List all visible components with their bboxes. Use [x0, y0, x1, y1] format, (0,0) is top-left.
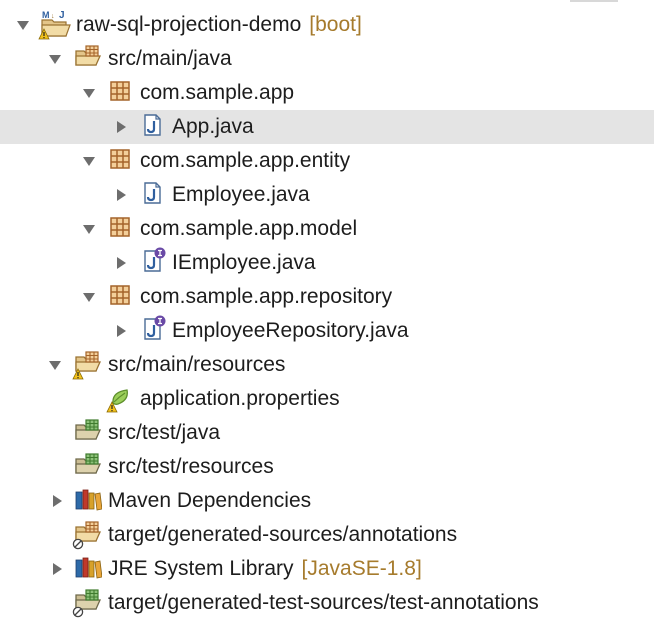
collapsed-chevron-icon[interactable]	[114, 110, 134, 144]
package-icon	[108, 212, 136, 246]
tree-row-label: target/generated-sources/annotations	[108, 523, 458, 546]
tree-row-package-repository[interactable]: com.sample.app.repository	[0, 280, 654, 314]
java-file-icon	[140, 178, 168, 212]
package-icon	[108, 144, 136, 178]
project-decoration: [boot]	[309, 13, 362, 36]
expanded-chevron-icon[interactable]	[82, 212, 102, 246]
tree-row-label: src/test/resources	[108, 455, 274, 478]
tree-row-label: com.sample.app.entity	[140, 149, 351, 172]
tree-row-src-test-resources[interactable]: src/test/resources	[0, 450, 654, 484]
tree-row-employee-java[interactable]: Employee.java	[0, 178, 654, 212]
project-name: raw-sql-projection-demo	[76, 13, 302, 36]
tree-row-label: JRE System Library [JavaSE-1.8]	[108, 552, 422, 586]
jre-decoration: [JavaSE-1.8]	[301, 557, 422, 580]
collapsed-chevron-icon[interactable]	[50, 552, 70, 586]
source-folder-icon	[74, 42, 102, 76]
tree-row-maven-dependencies[interactable]: Maven Dependencies	[0, 484, 654, 518]
tree-row-iemployee-java[interactable]: IEmployee.java	[0, 246, 654, 280]
jre-label: JRE System Library	[108, 557, 294, 580]
maven-java-project-icon	[40, 8, 68, 42]
expanded-chevron-icon[interactable]	[48, 42, 68, 76]
tree-row-label: raw-sql-projection-demo [boot]	[76, 8, 362, 42]
java-interface-file-icon	[140, 246, 168, 280]
tree-row-label: application.properties	[140, 387, 340, 410]
tree-row-application-properties[interactable]: application.properties	[0, 382, 654, 416]
tree-row-package-entity[interactable]: com.sample.app.entity	[0, 144, 654, 178]
spring-properties-file-icon	[108, 382, 136, 416]
tree-row-label: IEmployee.java	[172, 251, 316, 274]
test-source-folder-icon	[74, 450, 102, 484]
tree-row-label: Maven Dependencies	[108, 489, 312, 512]
tree-row-label: Employee.java	[172, 183, 310, 206]
tree-row-src-test-java[interactable]: src/test/java	[0, 416, 654, 450]
tree-row-label: App.java	[172, 115, 254, 138]
expanded-chevron-icon[interactable]	[48, 348, 68, 382]
package-icon	[108, 76, 136, 110]
source-folder-icon	[74, 348, 102, 382]
tree-row-employeerepository-java[interactable]: EmployeeRepository.java	[0, 314, 654, 348]
tree-row-generated-test-sources[interactable]: target/generated-test-sources/test-annot…	[0, 586, 654, 620]
tree-row-app-java[interactable]: App.java	[0, 110, 654, 144]
package-icon	[108, 280, 136, 314]
expanded-chevron-icon[interactable]	[16, 8, 36, 42]
library-container-icon	[74, 484, 102, 518]
collapsed-chevron-icon[interactable]	[114, 246, 134, 280]
tree-row-generated-sources[interactable]: target/generated-sources/annotations	[0, 518, 654, 552]
collapsed-chevron-icon[interactable]	[114, 314, 134, 348]
test-source-folder-icon	[74, 416, 102, 450]
source-folder-icon	[74, 518, 102, 552]
tree-row-package-app[interactable]: com.sample.app	[0, 76, 654, 110]
tree-row-label: src/main/resources	[108, 353, 286, 376]
tree-row-src-main-java[interactable]: src/main/java	[0, 42, 654, 76]
collapsed-chevron-icon[interactable]	[114, 178, 134, 212]
tree-row-label: com.sample.app.model	[140, 217, 358, 240]
tree-row-label: src/main/java	[108, 47, 232, 70]
collapsed-chevron-icon[interactable]	[50, 484, 70, 518]
tree-row-label: target/generated-test-sources/test-annot…	[108, 591, 539, 614]
tree-row-package-model[interactable]: com.sample.app.model	[0, 212, 654, 246]
library-container-icon	[74, 552, 102, 586]
tree-row-label: src/test/java	[108, 421, 221, 444]
test-source-folder-icon	[74, 586, 102, 620]
java-interface-file-icon	[140, 314, 168, 348]
tree-row-src-main-resources[interactable]: src/main/resources	[0, 348, 654, 382]
tree-row-label: com.sample.app	[140, 81, 295, 104]
expanded-chevron-icon[interactable]	[82, 144, 102, 178]
package-explorer-tree: raw-sql-projection-demo [boot] src/main/j…	[0, 0, 654, 630]
expanded-chevron-icon[interactable]	[82, 76, 102, 110]
expanded-chevron-icon[interactable]	[82, 280, 102, 314]
tree-row-jre-system-library[interactable]: JRE System Library [JavaSE-1.8]	[0, 552, 654, 586]
tree-row-project[interactable]: raw-sql-projection-demo [boot]	[0, 8, 654, 42]
java-file-icon	[140, 110, 168, 144]
tree-row-label: com.sample.app.repository	[140, 285, 393, 308]
tree-row-label: EmployeeRepository.java	[172, 319, 409, 342]
view-top-edge	[570, 0, 618, 2]
